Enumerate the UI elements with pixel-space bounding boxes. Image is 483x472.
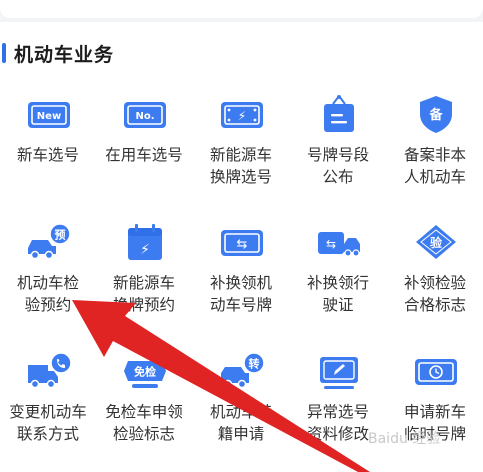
plate-exchange-icon: ⇆ [221, 230, 263, 256]
service-ev-plate-appointment[interactable]: ⚡ 新能源车 换牌预约 [96, 216, 192, 346]
service-inspection-appointment[interactable]: 预 机动车检 验预约 [0, 216, 96, 346]
service-label: 备案非本 人机动车 [403, 146, 466, 186]
service-label: 补换领机 动车号牌 [209, 274, 272, 314]
section-header: 机动车业务 [0, 40, 114, 66]
svg-text:New: New [37, 111, 61, 122]
service-label: 在用车选号 [105, 146, 183, 164]
service-label: 号牌号段 公布 [306, 146, 369, 186]
svg-text:⇆: ⇆ [326, 237, 336, 251]
svg-text:预: 预 [55, 228, 66, 242]
announcement-board-icon [324, 95, 354, 132]
svg-text:备: 备 [428, 107, 443, 123]
no-plate-icon: No. [124, 102, 166, 128]
svg-text:免检: 免检 [134, 365, 156, 379]
car-transfer-icon: 转 [221, 352, 265, 389]
service-vehicle-transfer[interactable]: 转 机动车转 籍申请 [193, 345, 289, 472]
section-title: 机动车业务 [14, 43, 115, 66]
service-label: 新车选号 [16, 146, 79, 164]
service-reissue-inspection-mark[interactable]: 验 补领检验 合格标志 [387, 216, 483, 346]
service-record-non-owner-vehicle[interactable]: 备 备案非本 人机动车 [387, 88, 483, 218]
service-row: 预 机动车检 验预约 ⚡ 新能源车 换牌预约 ⇆ 补换领机 动车号牌 ⇆ 补换领… [0, 216, 483, 346]
service-used-car-plate[interactable]: No. 在用车选号 [96, 88, 192, 218]
top-card-edge [0, 0, 483, 22]
temporary-plate-icon [415, 359, 457, 385]
ev-calendar-icon: ⚡ [128, 224, 162, 260]
service-plate-range-announcement[interactable]: 号牌号段 公布 [290, 88, 386, 218]
service-label: 补领检验 合格标志 [403, 274, 466, 314]
svg-text:验: 验 [430, 235, 443, 250]
svg-text:⚡: ⚡ [238, 109, 246, 123]
service-label: 免检车申领 检验标志 [105, 403, 183, 443]
service-row: 变更机动车 联系方式 免检 免检车申领 检验标志 转 机动车转 籍申请 异常选号… [0, 345, 483, 472]
exempt-car-icon: 免检 [124, 361, 166, 388]
service-label: 新能源车 换牌选号 [209, 146, 272, 186]
svg-text:⚡: ⚡ [140, 242, 150, 258]
new-plate-icon: New [28, 102, 70, 128]
record-shield-icon: 备 [420, 96, 452, 133]
car-inspection-icon: 预 [28, 223, 71, 260]
service-label: 机动车转 籍申请 [209, 403, 272, 443]
service-ev-plate-select[interactable]: ⚡ 新能源车 换牌选号 [193, 88, 289, 218]
service-temporary-plate-application[interactable]: 申请新车 临时号牌 [387, 345, 483, 472]
service-label: 机动车检 验预约 [16, 274, 79, 314]
ev-plate-icon: ⚡ [221, 102, 263, 128]
edit-screen-icon [320, 357, 358, 389]
service-new-car-plate[interactable]: New 新车选号 [0, 88, 96, 218]
service-label: 变更机动车 联系方式 [9, 403, 87, 443]
service-replace-vehicle-plate[interactable]: ⇆ 补换领机 动车号牌 [193, 216, 289, 346]
svg-text:⇆: ⇆ [237, 237, 248, 252]
previous-card [0, 0, 483, 18]
inspection-badge-icon: 验 [416, 225, 456, 259]
service-label: 新能源车 换牌预约 [112, 274, 175, 314]
service-label: 补换领行 驶证 [306, 274, 369, 314]
section-accent-bar [2, 43, 6, 63]
watermark-text: Baidu 经验 [368, 431, 441, 447]
service-row: New 新车选号 No. 在用车选号 ⚡ 新能源车 换牌选号 号牌号段 公布 备… [0, 88, 483, 218]
truck-phone-icon [28, 352, 72, 389]
svg-text:No.: No. [135, 111, 154, 122]
service-change-contact-info[interactable]: 变更机动车 联系方式 [0, 345, 96, 472]
service-exempt-inspection-mark[interactable]: 免检 免检车申领 检验标志 [96, 345, 192, 472]
service-abnormal-selection-edit[interactable]: 异常选号 资料修改 [290, 345, 386, 472]
license-exchange-icon: ⇆ [318, 232, 360, 257]
svg-text:转: 转 [249, 357, 260, 371]
service-replace-driving-license[interactable]: ⇆ 补换领行 驶证 [290, 216, 386, 346]
